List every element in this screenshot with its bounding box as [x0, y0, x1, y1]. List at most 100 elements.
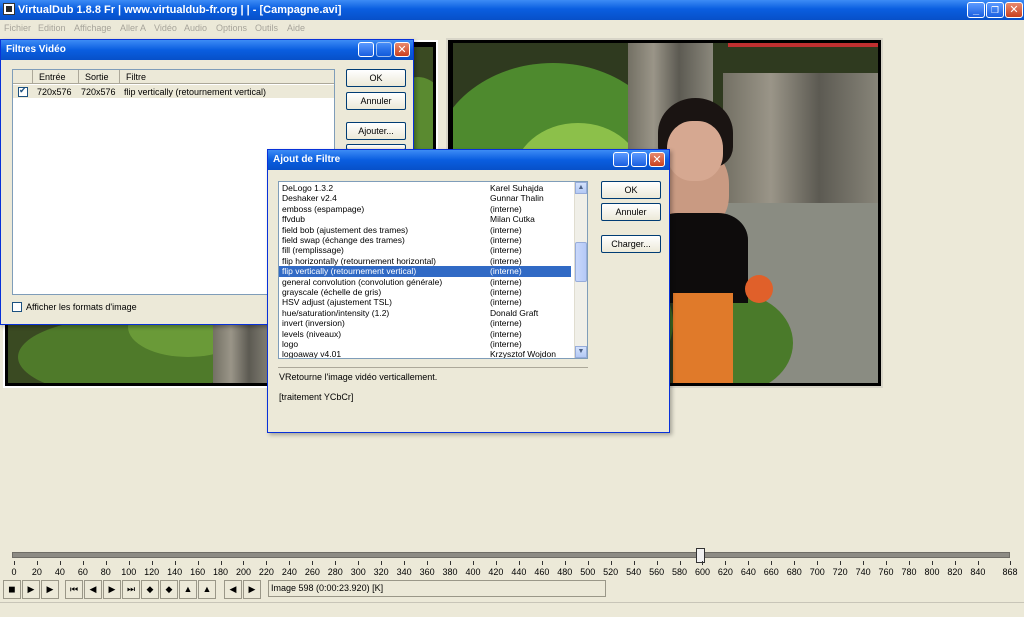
- list-item[interactable]: general convolution (convolution général…: [279, 277, 571, 287]
- filter-item-author: (interne): [490, 287, 522, 297]
- filter-item-author: Karel Suhajda: [490, 183, 544, 193]
- add-filter-button[interactable]: Ajouter...: [346, 122, 406, 140]
- list-item[interactable]: emboss (espampage) (interne): [279, 204, 571, 214]
- maximize-button[interactable]: ❐: [986, 2, 1004, 18]
- list-item[interactable]: flip vertically (retournement vertical) (…: [279, 266, 571, 277]
- video-filters-maximize-button[interactable]: [376, 42, 392, 57]
- menu-affichage[interactable]: Affichage: [74, 23, 111, 33]
- frame-position-readout: Image 598 (0:00:23.920) [K]: [268, 580, 606, 597]
- list-item[interactable]: invert (inversion) (interne): [279, 318, 571, 328]
- add-filter-close-button[interactable]: ✕: [649, 152, 665, 167]
- timeline-tick: [266, 561, 268, 565]
- load-filter-button[interactable]: Charger...: [601, 235, 661, 253]
- filter-item-name: HSV adjust (ajustement TSL): [282, 297, 392, 308]
- menu-video[interactable]: Vidéo: [154, 23, 177, 33]
- filter-item-name: hue/saturation/intensity (1.2): [282, 307, 390, 318]
- scene-forward-button[interactable]: ▲: [198, 580, 216, 599]
- menu-options[interactable]: Options: [216, 23, 247, 33]
- timeline-tick: [679, 561, 681, 565]
- menu-outils[interactable]: Outils: [255, 23, 278, 33]
- show-formats-checkbox[interactable]: [12, 302, 22, 312]
- add-filter-ok-button[interactable]: OK: [601, 181, 661, 199]
- timeline-tick: [702, 561, 704, 565]
- add-filter-cancel-button[interactable]: Annuler: [601, 203, 661, 221]
- menu-audio[interactable]: Audio: [184, 23, 207, 33]
- filter-item-name: flip horizontally (retournement horizont…: [282, 255, 437, 266]
- list-item[interactable]: HSV adjust (ajustement TSL) (interne): [279, 297, 571, 307]
- timeline-label: 680: [786, 567, 802, 577]
- list-item[interactable]: hue/saturation/intensity (1.2) Donald Gra…: [279, 308, 571, 318]
- list-item[interactable]: field bob (ajustement des trames) (intern…: [279, 225, 571, 235]
- list-item[interactable]: levels (niveaux) (interne): [279, 329, 571, 339]
- list-item[interactable]: Deshaker v2.4 Gunnar Thalin: [279, 193, 571, 203]
- timeline-label: 160: [190, 567, 206, 577]
- column-header-filter[interactable]: Filtre: [120, 70, 334, 84]
- timeline-label: 300: [350, 567, 366, 577]
- timeline-tick: [518, 561, 520, 565]
- filter-item-author: (interne): [490, 203, 522, 214]
- filter-description-panel: VRetourne l'image vidéo verticallement. …: [278, 367, 588, 428]
- list-item[interactable]: grayscale (échelle de gris) (interne): [279, 287, 571, 297]
- add-filter-title-bar: Ajout de Filtre ✕: [268, 150, 669, 170]
- menu-edition[interactable]: Edition: [38, 23, 66, 33]
- timeline-position-thumb[interactable]: [696, 548, 706, 563]
- go-start-button[interactable]: ⏮: [65, 580, 83, 599]
- column-header-output[interactable]: Sortie: [79, 70, 120, 84]
- list-item[interactable]: fill (remplissage) (interne): [279, 245, 571, 255]
- list-item[interactable]: DeLogo 1.3.2 Karel Suhajda: [279, 183, 571, 193]
- go-end-button[interactable]: ⏭: [122, 580, 140, 599]
- next-frame-button[interactable]: ▶: [103, 580, 121, 599]
- menu-fichier[interactable]: Fichier: [4, 23, 31, 33]
- timeline-label: 60: [77, 567, 88, 577]
- video-filters-minimize-button[interactable]: [358, 42, 374, 57]
- filter-enabled-checkbox[interactable]: [18, 85, 28, 97]
- filter-item-name: field bob (ajustement des trames): [282, 224, 409, 235]
- mark-out-button[interactable]: ▶: [243, 580, 261, 599]
- mark-in-button[interactable]: ◀: [224, 580, 242, 599]
- timeline-tick: [977, 561, 979, 565]
- timeline-tick: [587, 561, 589, 565]
- available-filters-list[interactable]: DeLogo 1.3.2 Karel Suhajda Deshaker v2.4 Gu…: [278, 181, 588, 359]
- timeline-label: 480: [557, 567, 573, 577]
- filters-scrollbar[interactable]: ▲ ▼: [574, 182, 587, 358]
- table-row[interactable]: 720x576 720x576 flip vertically (retourn…: [13, 85, 334, 98]
- play-output-button[interactable]: ▶: [41, 580, 59, 599]
- scene-back-button[interactable]: ▲: [179, 580, 197, 599]
- filter-item-name: general convolution (convolution général…: [282, 276, 443, 287]
- add-filter-maximize-button[interactable]: [631, 152, 647, 167]
- list-item[interactable]: logoaway v4.01 Krzysztof Wojdon: [279, 349, 571, 359]
- list-item[interactable]: ffvdub Milan Cutka: [279, 214, 571, 224]
- app-icon[interactable]: [3, 3, 15, 15]
- list-item[interactable]: field swap (échange des trames) (interne): [279, 235, 571, 245]
- scroll-up-icon[interactable]: ▲: [575, 182, 587, 194]
- prev-keyframe-button[interactable]: ◆: [141, 580, 159, 599]
- ok-button[interactable]: OK: [346, 69, 406, 87]
- minimize-button[interactable]: _: [967, 2, 985, 18]
- menu-aide[interactable]: Aide: [287, 23, 305, 33]
- video-filters-close-button[interactable]: ✕: [394, 42, 410, 57]
- filter-item-name: logoaway v4.01: [282, 349, 342, 359]
- stop-button[interactable]: ◼: [3, 580, 21, 599]
- list-item[interactable]: flip horizontally (retournement horizont…: [279, 256, 571, 266]
- timeline-label: 600: [694, 567, 710, 577]
- close-button[interactable]: ✕: [1005, 2, 1023, 18]
- column-header-input[interactable]: Entrée: [33, 70, 79, 84]
- timeline-label: 220: [258, 567, 274, 577]
- scroll-thumb[interactable]: [575, 242, 587, 282]
- timeline-tick: [656, 561, 658, 565]
- menu-aller-a[interactable]: Aller A: [120, 23, 146, 33]
- cancel-button[interactable]: Annuler: [346, 92, 406, 110]
- next-keyframe-button[interactable]: ◆: [160, 580, 178, 599]
- prev-frame-button[interactable]: ◀: [84, 580, 102, 599]
- timeline-tick: [1010, 561, 1011, 565]
- timeline-label: 840: [970, 567, 986, 577]
- timeline-label: 0: [11, 567, 17, 577]
- list-item[interactable]: logo (interne): [279, 339, 571, 349]
- timeline-label: 660: [763, 567, 779, 577]
- filter-item-name: Deshaker v2.4: [282, 193, 337, 204]
- timeline-track[interactable]: [12, 552, 1010, 558]
- add-filter-minimize-button[interactable]: [613, 152, 629, 167]
- scroll-down-icon[interactable]: ▼: [575, 346, 587, 358]
- play-input-button[interactable]: ▶: [22, 580, 40, 599]
- timeline-tick: [36, 561, 38, 565]
